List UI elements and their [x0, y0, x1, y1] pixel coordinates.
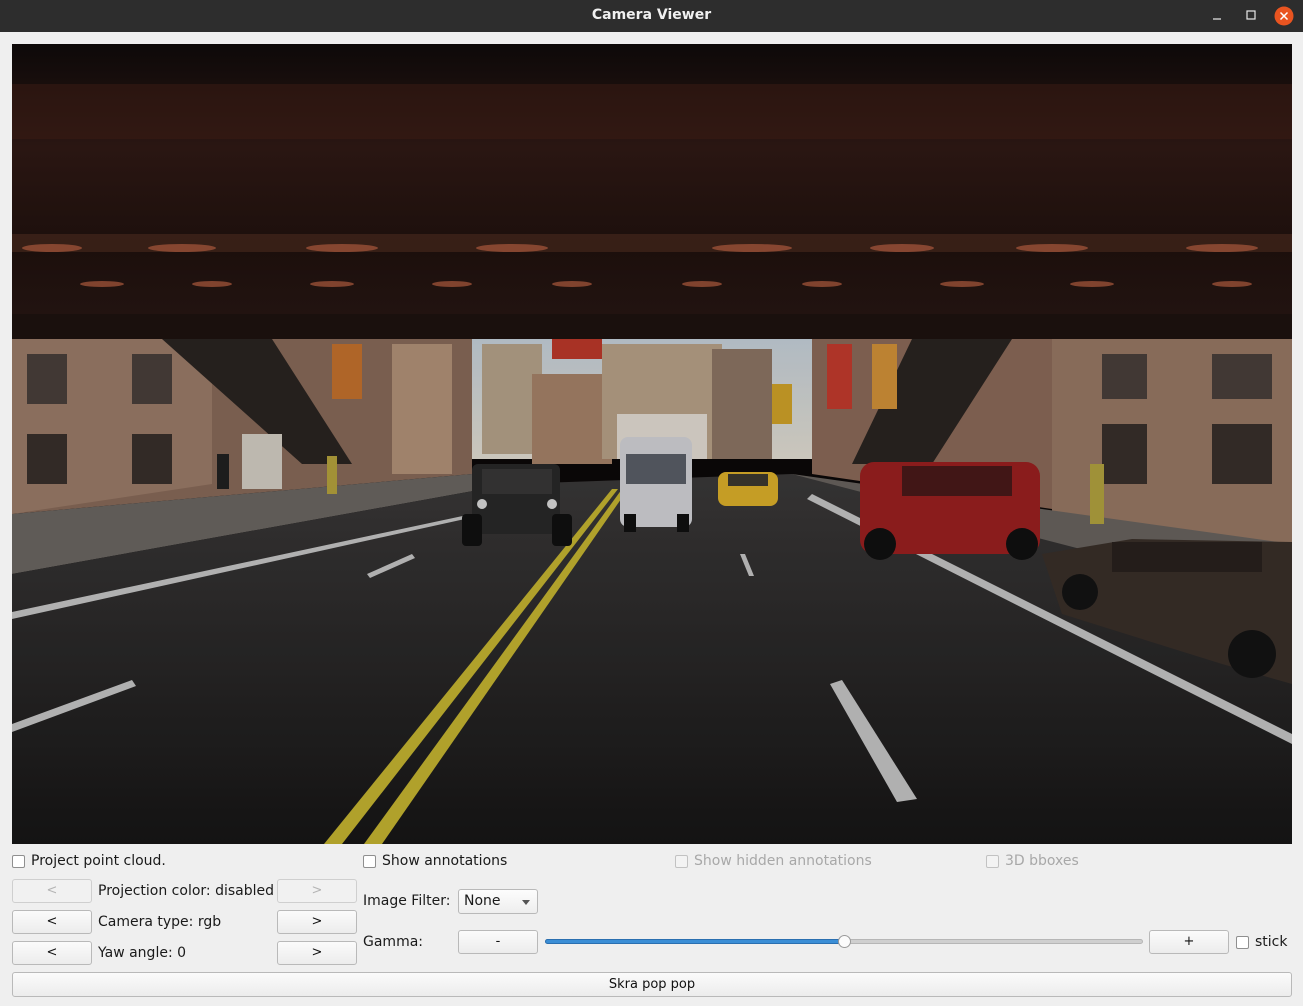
yaw-angle-label: Yaw angle: 0 — [98, 945, 187, 961]
3d-bboxes-checkbox: 3D bboxes — [986, 851, 1079, 871]
image-filter-value: None — [464, 893, 501, 909]
project-point-cloud-checkbox[interactable]: Project point cloud. — [12, 851, 166, 871]
project-point-cloud-label: Project point cloud. — [31, 853, 166, 869]
gamma-slider[interactable] — [545, 934, 1143, 950]
camera-prev-button[interactable]: < — [12, 910, 92, 934]
yaw-prev-button[interactable]: < — [12, 941, 92, 965]
image-filter-label: Image Filter: — [363, 893, 451, 909]
checkbox-box[interactable] — [363, 854, 376, 868]
image-filter-select[interactable]: None — [458, 889, 538, 914]
camera-type-label: Camera type: rgb — [98, 914, 222, 930]
show-annotations-checkbox[interactable]: Show annotations — [363, 851, 507, 871]
checkbox-box — [986, 854, 999, 868]
show-hidden-annotations-label: Show hidden annotations — [694, 853, 872, 869]
camera-next-button[interactable]: > — [277, 910, 357, 934]
minimize-icon[interactable] — [1206, 4, 1230, 28]
window-titlebar: Camera Viewer — [0, 0, 1303, 32]
camera-image-view[interactable] — [12, 44, 1292, 844]
projection-prev-button: < — [12, 879, 92, 903]
maximize-icon[interactable] — [1239, 4, 1263, 28]
camera-scene — [12, 44, 1292, 844]
gamma-label: Gamma: — [363, 934, 423, 950]
gamma-minus-button[interactable]: - — [458, 930, 538, 954]
close-icon[interactable] — [1273, 4, 1297, 28]
gamma-plus-button[interactable]: + — [1149, 930, 1229, 954]
stick-label: stick — [1255, 934, 1288, 950]
chevron-down-icon — [522, 900, 530, 905]
slider-fill — [545, 939, 844, 944]
checkbox-box[interactable] — [1236, 935, 1249, 949]
3d-bboxes-label: 3D bboxes — [1005, 853, 1079, 869]
checkbox-box[interactable] — [12, 854, 25, 868]
yaw-next-button[interactable]: > — [277, 941, 357, 965]
skra-pop-pop-button[interactable]: Skra pop pop — [12, 972, 1292, 997]
window-title: Camera Viewer — [591, 7, 712, 23]
projection-color-label: Projection color: disabled — [98, 883, 274, 899]
checkbox-box — [675, 854, 688, 868]
projection-next-button: > — [277, 879, 357, 903]
show-annotations-label: Show annotations — [382, 853, 508, 869]
stick-checkbox[interactable]: stick — [1236, 932, 1287, 952]
show-hidden-annotations-checkbox: Show hidden annotations — [675, 851, 872, 871]
slider-handle[interactable] — [838, 935, 851, 948]
